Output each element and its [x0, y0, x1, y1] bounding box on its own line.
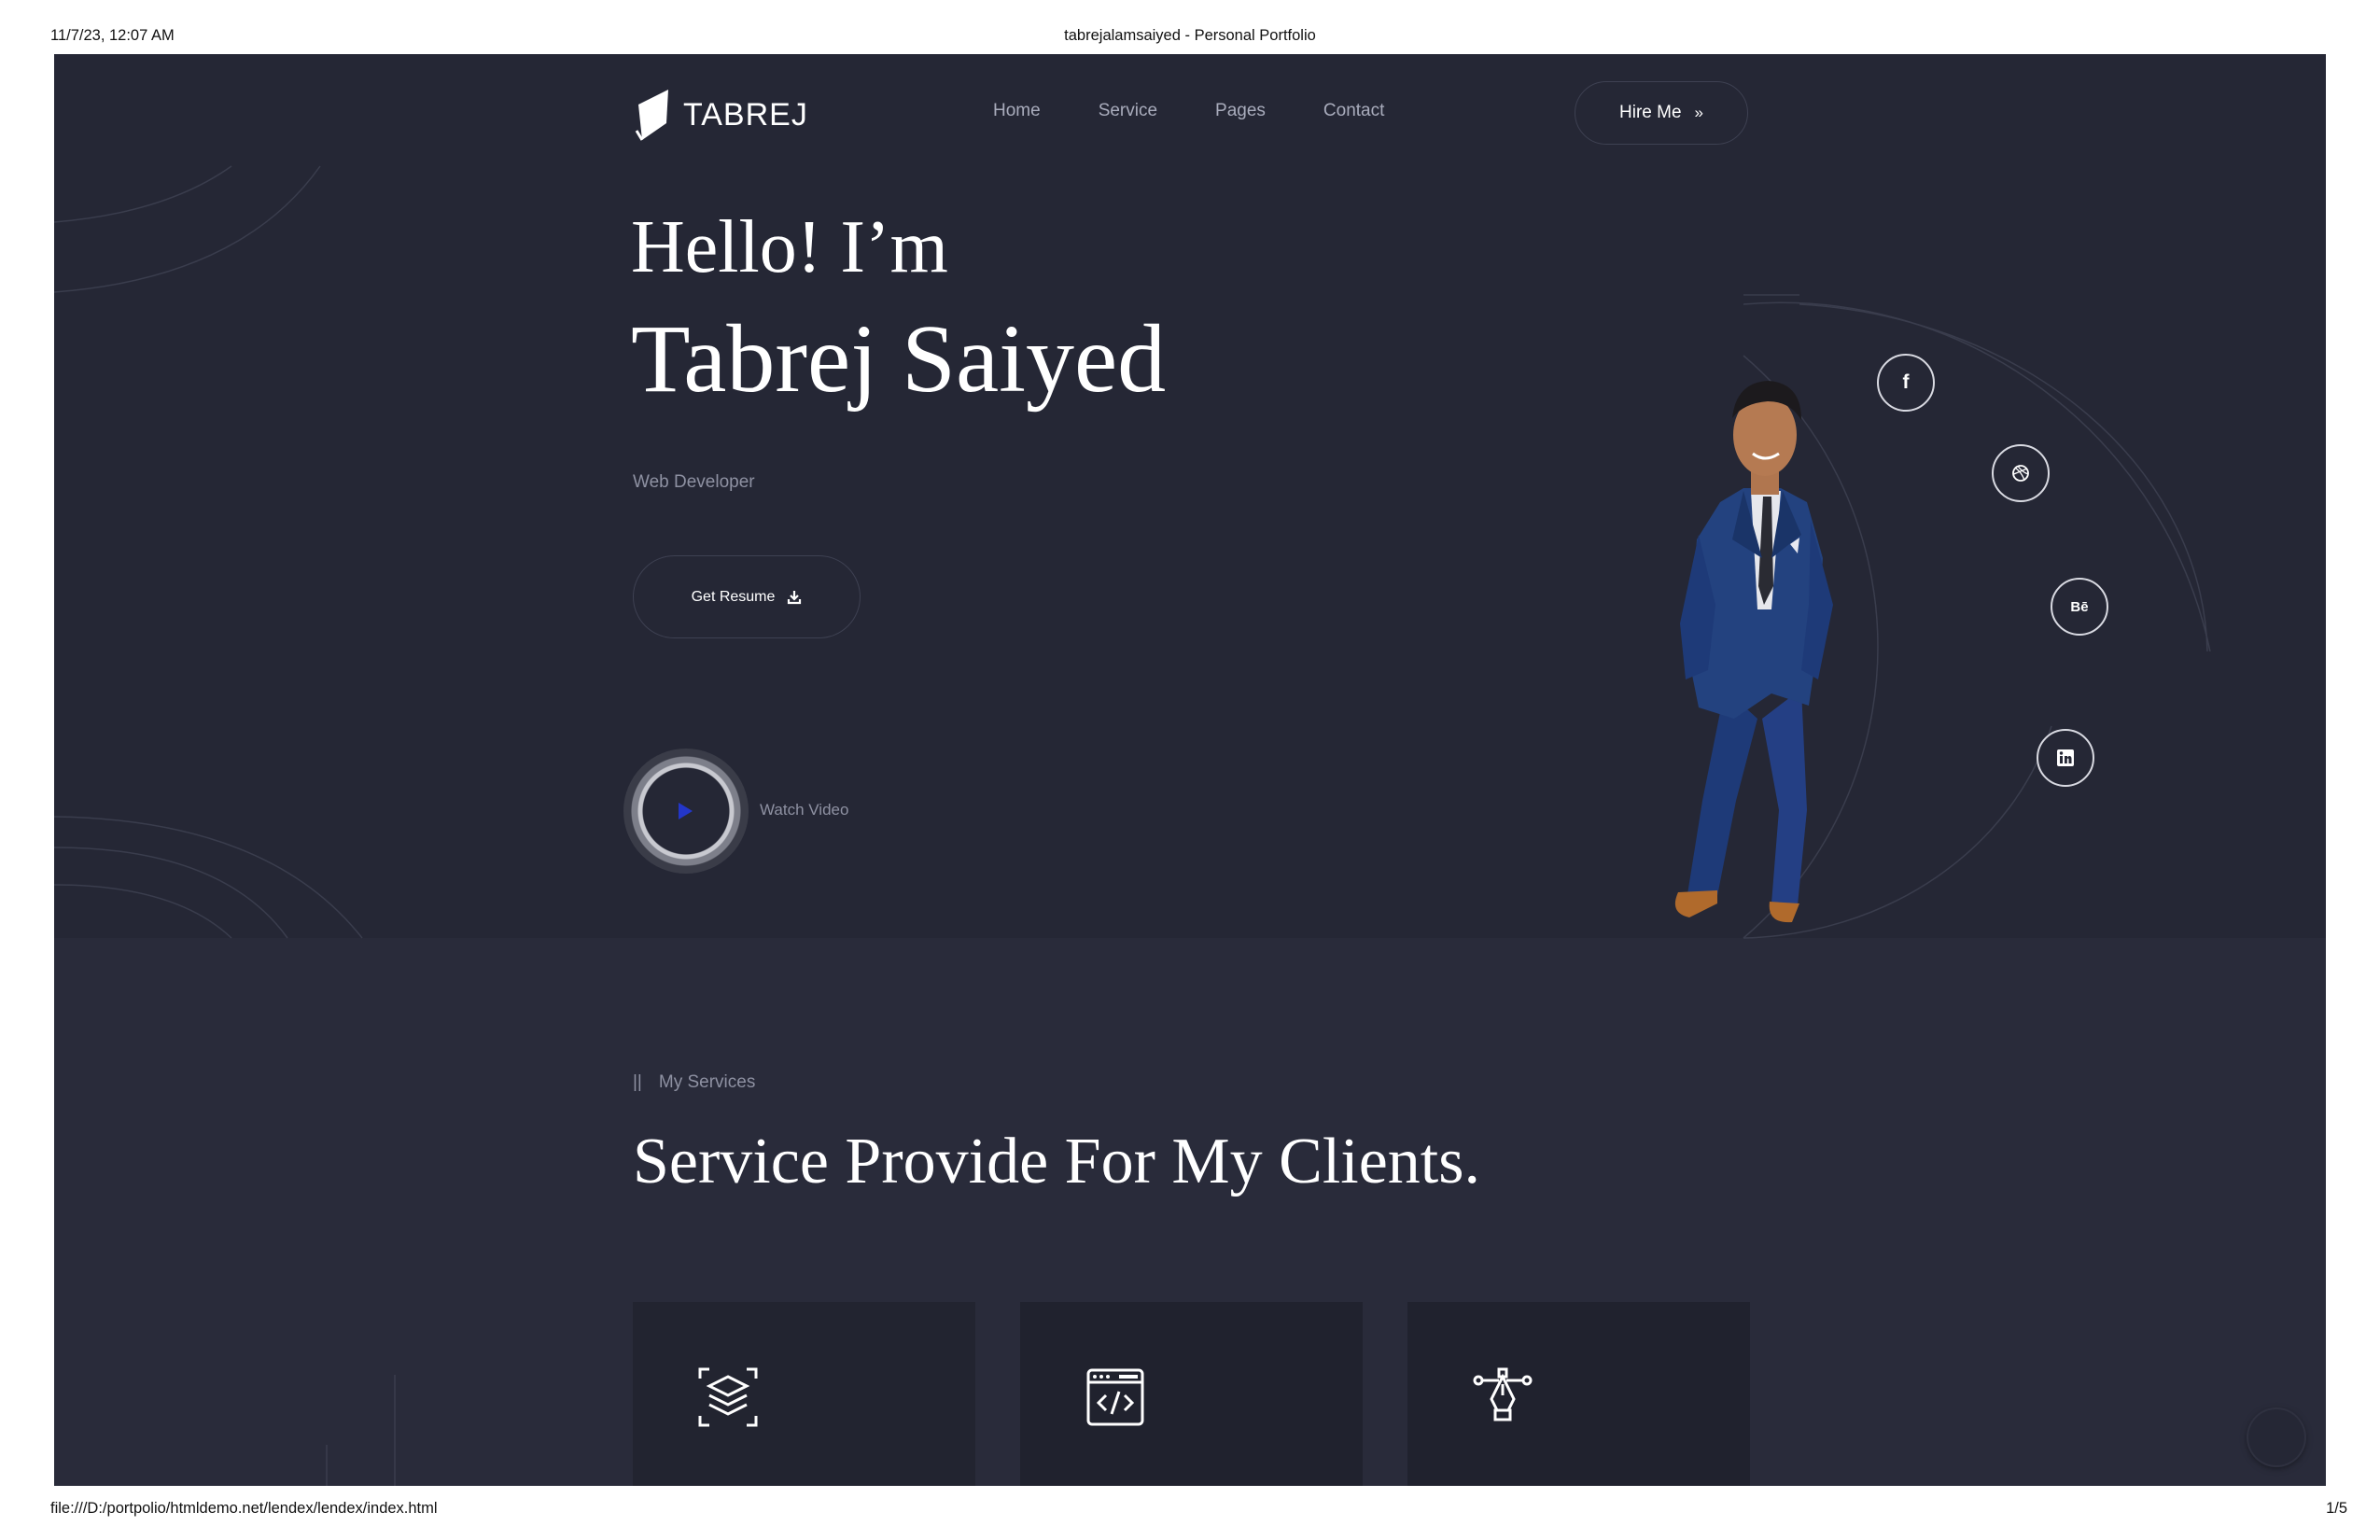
print-url: file:///D:/portpolio/htmldemo.net/lendex…: [50, 1500, 438, 1517]
double-chevron-right-icon: »: [1694, 104, 1703, 121]
nav-service[interactable]: Service: [1099, 101, 1157, 121]
nav-contact[interactable]: Contact: [1323, 101, 1384, 121]
service-card[interactable]: [1020, 1302, 1363, 1486]
background-arcs: [54, 165, 2211, 1486]
facebook-icon: f: [1902, 371, 1910, 393]
facebook-button[interactable]: f: [1877, 354, 1935, 412]
watch-video-label[interactable]: Watch Video: [760, 801, 848, 819]
service-card[interactable]: [1407, 1302, 1750, 1486]
hero-role: Web Developer: [633, 472, 755, 492]
pen-tool-icon: [1473, 1367, 1533, 1421]
download-icon: [788, 590, 802, 604]
logo[interactable]: TABREJ: [633, 86, 808, 144]
portfolio-page: TABREJ Home Service Pages Contact Hire M…: [54, 54, 2326, 1486]
dribbble-icon: [2012, 465, 2029, 482]
print-page-number: 1/5: [2326, 1500, 2347, 1517]
watch-video-play-button[interactable]: [623, 749, 749, 874]
play-icon: [679, 803, 693, 819]
print-title: tabrejalamsaiyed - Personal Portfolio: [1064, 27, 1316, 44]
services-eyebrow: || My Services: [633, 1072, 755, 1093]
nav-home[interactable]: Home: [993, 101, 1041, 121]
scroll-to-top-button[interactable]: [2248, 1409, 2304, 1465]
hire-me-label: Hire Me: [1619, 103, 1682, 122]
service-card[interactable]: [633, 1302, 975, 1486]
linkedin-button[interactable]: [2037, 729, 2094, 787]
get-resume-button[interactable]: Get Resume: [633, 555, 861, 638]
linkedin-icon: [2057, 749, 2074, 766]
logo-text: TABREJ: [683, 96, 808, 133]
hero-name: Tabrej Saiyed: [631, 305, 1167, 413]
main-nav: Home Service Pages Contact: [993, 101, 1384, 121]
get-resume-label: Get Resume: [691, 588, 776, 605]
dribbble-button[interactable]: [1992, 444, 2050, 502]
nav-pages[interactable]: Pages: [1215, 101, 1266, 121]
services-heading: Service Provide For My Clients.: [633, 1126, 1480, 1197]
logo-icon: [635, 90, 668, 141]
behance-icon: Bē: [2070, 598, 2089, 615]
eyebrow-marker: ||: [633, 1072, 642, 1092]
behance-button[interactable]: Bē: [2051, 578, 2108, 636]
code-window-icon: [1086, 1368, 1144, 1426]
hero-greeting: Hello! I’m: [631, 206, 948, 288]
eyebrow-label: My Services: [658, 1072, 756, 1092]
layers-icon: [698, 1367, 758, 1427]
portrait-image: [1674, 381, 1833, 923]
hire-me-button[interactable]: Hire Me »: [1575, 81, 1748, 145]
